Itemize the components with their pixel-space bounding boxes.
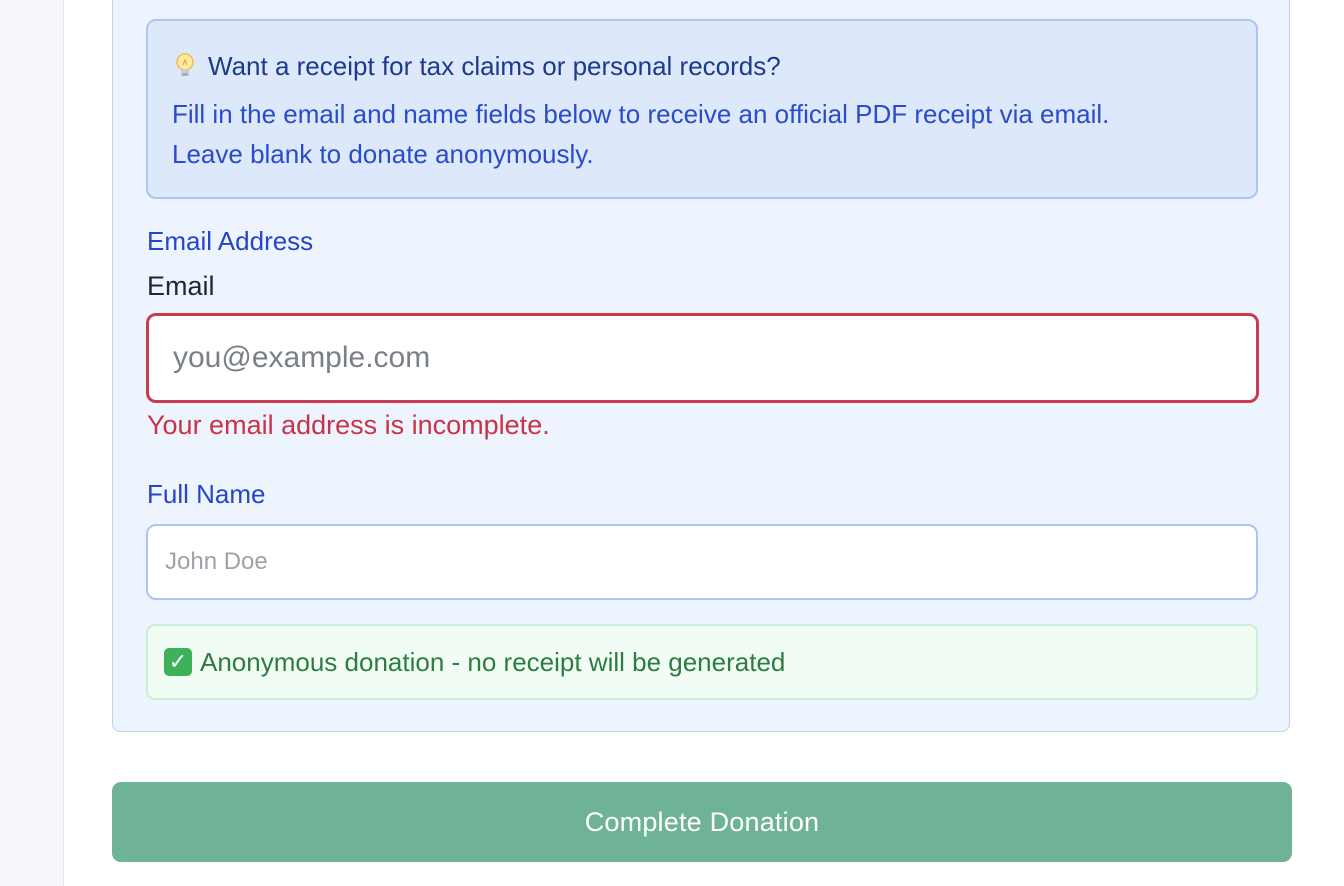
lightbulb-icon xyxy=(172,51,198,81)
receipt-info-title-text: Want a receipt for tax claims or persona… xyxy=(208,50,781,81)
check-mark-icon: ✓ xyxy=(164,648,192,676)
complete-donation-button[interactable]: Complete Donation xyxy=(112,782,1292,862)
donation-page: Want a receipt for tax claims or persona… xyxy=(0,0,1344,886)
full-name-label: Full Name xyxy=(147,479,266,509)
email-section-label: Email Address xyxy=(147,226,314,256)
anonymous-status-text: Anonymous donation - no receipt will be … xyxy=(200,646,786,677)
receipt-info-description: Fill in the email and name fields below … xyxy=(172,94,1247,174)
receipt-info-line-2: Leave blank to donate anonymously. xyxy=(172,139,594,169)
full-name-field[interactable] xyxy=(146,524,1258,600)
receipt-info-title: Want a receipt for tax claims or persona… xyxy=(172,48,781,84)
email-error-message: Your email address is incomplete. xyxy=(147,410,550,440)
email-field[interactable] xyxy=(146,313,1259,403)
receipt-info-line-1: Fill in the email and name fields below … xyxy=(172,99,1110,129)
anonymous-status-box: ✓ Anonymous donation - no receipt will b… xyxy=(146,624,1258,700)
email-field-label: Email xyxy=(147,271,215,301)
